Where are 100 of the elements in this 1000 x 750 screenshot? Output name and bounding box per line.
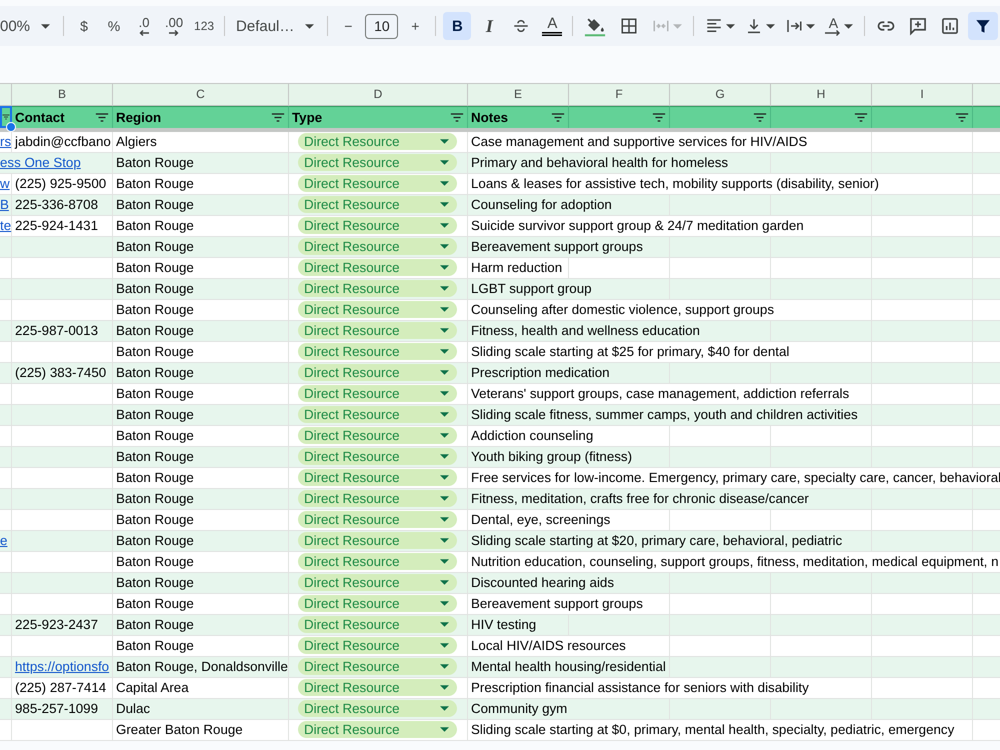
dropdown-chip[interactable]: Direct Resource bbox=[298, 700, 457, 717]
column-letter[interactable]: B bbox=[12, 84, 113, 106]
decrease-decimal-button[interactable]: .0 bbox=[131, 12, 158, 40]
filter-button[interactable] bbox=[968, 12, 998, 40]
dropdown-chip[interactable]: Direct Resource bbox=[298, 280, 457, 297]
dropdown-chip[interactable]: Direct Resource bbox=[298, 196, 457, 213]
column-letter[interactable]: H bbox=[771, 84, 872, 106]
filter-icon[interactable] bbox=[95, 113, 109, 122]
bold-button[interactable]: B bbox=[443, 12, 472, 40]
bar-chart-icon bbox=[940, 16, 960, 36]
table-cell: Baton Rouge bbox=[113, 573, 289, 594]
dropdown-chip[interactable]: Direct Resource bbox=[298, 322, 457, 339]
filter-icon[interactable] bbox=[753, 113, 767, 122]
text-color-button[interactable]: A bbox=[539, 12, 566, 40]
dropdown-chip[interactable]: Direct Resource bbox=[298, 490, 457, 507]
dropdown-chip[interactable]: Direct Resource bbox=[298, 406, 457, 423]
caret-icon bbox=[440, 370, 449, 375]
dropdown-chip[interactable]: Direct Resource bbox=[298, 637, 457, 654]
dropdown-chip[interactable]: Direct Resource bbox=[298, 679, 457, 696]
font-size-field[interactable]: 10 bbox=[365, 14, 398, 38]
table-cell: Sliding scale starting at $20, primary care, behavioral, pediatric bbox=[468, 531, 872, 552]
filter-icon[interactable] bbox=[955, 113, 969, 122]
toolbar-button[interactable]: % bbox=[101, 12, 128, 40]
column-letter[interactable]: D bbox=[289, 84, 468, 106]
increase-decimal-button[interactable]: .00 bbox=[161, 12, 188, 40]
selection-handle-icon[interactable] bbox=[6, 122, 16, 132]
header-cell[interactable] bbox=[0, 84, 12, 106]
link[interactable]: rs bbox=[0, 134, 12, 149]
table-cell: Baton Rouge bbox=[113, 447, 289, 468]
dropdown-chip[interactable]: Direct Resource bbox=[298, 616, 457, 633]
table-cell: Primary and behavioral health for homeless bbox=[468, 153, 771, 174]
dropdown-chip[interactable]: Direct Resource bbox=[298, 448, 457, 465]
toolbar-button[interactable]: 123 bbox=[191, 12, 218, 40]
caret-icon bbox=[305, 24, 314, 28]
link[interactable]: e bbox=[0, 533, 8, 548]
strikethrough-icon bbox=[512, 17, 530, 35]
table-cell: 225-336-8708 bbox=[12, 195, 113, 216]
link[interactable]: te bbox=[0, 218, 12, 233]
table-cell: 985-257-1099 bbox=[12, 699, 113, 720]
column-letter[interactable]: I bbox=[872, 84, 973, 106]
column-letter[interactable]: C bbox=[113, 84, 289, 106]
dropdown-chip[interactable]: Direct Resource bbox=[298, 595, 457, 612]
italic-button[interactable]: I bbox=[475, 12, 504, 40]
filter-icon[interactable] bbox=[854, 113, 868, 122]
table-cell: Baton Rouge bbox=[113, 489, 289, 510]
dropdown-chip[interactable]: Direct Resource bbox=[298, 154, 457, 171]
link[interactable]: w bbox=[0, 176, 10, 191]
dropdown-chip[interactable]: Direct Resource bbox=[298, 238, 457, 255]
table-cell: Community gym bbox=[468, 699, 670, 720]
table-cell: Fitness, health and wellness education bbox=[468, 321, 771, 342]
dropdown-chip[interactable]: Direct Resource bbox=[298, 574, 457, 591]
table-cell: Baton Rouge bbox=[113, 279, 289, 300]
table-cell bbox=[0, 720, 12, 741]
column-letter[interactable]: G bbox=[670, 84, 771, 106]
table-cell bbox=[0, 699, 12, 720]
dropdown-chip[interactable]: Direct Resource bbox=[298, 217, 457, 234]
link[interactable]: ess One Stop bbox=[0, 155, 81, 170]
caret-icon bbox=[440, 601, 449, 606]
caret-icon bbox=[440, 643, 449, 648]
dropdown-chip[interactable]: Direct Resource bbox=[298, 364, 457, 381]
text-rotation-button[interactable]: A bbox=[821, 12, 858, 40]
dropdown-button[interactable]: 00% bbox=[0, 12, 56, 40]
dropdown-chip[interactable]: Direct Resource bbox=[298, 469, 457, 486]
toolbar-button[interactable]: $ bbox=[71, 12, 98, 40]
caret-icon bbox=[440, 160, 449, 165]
dropdown-chip[interactable]: Direct Resource bbox=[298, 532, 457, 549]
column-letter[interactable]: E bbox=[468, 84, 569, 106]
dropdown-chip[interactable]: Direct Resource bbox=[298, 511, 457, 528]
filter-icon[interactable] bbox=[551, 113, 565, 122]
dropdown-chip[interactable]: Direct Resource bbox=[298, 721, 457, 738]
dropdown-chip[interactable]: Direct Resource bbox=[298, 133, 457, 150]
filter-icon[interactable] bbox=[271, 113, 285, 122]
dropdown-chip[interactable]: Direct Resource bbox=[298, 301, 457, 318]
caret-icon bbox=[440, 412, 449, 417]
dropdown-chip[interactable]: Direct Resource bbox=[298, 175, 457, 192]
toolbar-button[interactable]: − bbox=[335, 12, 362, 40]
toolbar-button[interactable]: + bbox=[402, 12, 428, 40]
filter-icon[interactable] bbox=[2, 114, 10, 120]
filter-icon[interactable] bbox=[450, 113, 464, 122]
dropdown-button[interactable]: Defaul… bbox=[232, 12, 320, 40]
align-left-icon bbox=[705, 17, 724, 35]
table-cell: (225) 383-7450 bbox=[12, 363, 113, 384]
dropdown-chip[interactable]: Direct Resource bbox=[298, 427, 457, 444]
caret-icon bbox=[440, 181, 449, 186]
caret-icon bbox=[440, 433, 449, 438]
caret-icon bbox=[440, 139, 449, 144]
dropdown-chip[interactable]: Direct Resource bbox=[298, 259, 457, 276]
table-cell: Baton Rouge bbox=[113, 237, 289, 258]
column-letter[interactable]: F bbox=[569, 84, 670, 106]
dropdown-chip[interactable]: Direct Resource bbox=[298, 385, 457, 402]
dropdown-chip[interactable]: Direct Resource bbox=[298, 658, 457, 675]
dropdown-chip[interactable]: Direct Resource bbox=[298, 553, 457, 570]
caret-icon bbox=[440, 559, 449, 564]
table-cell: Prescription medication bbox=[468, 363, 670, 384]
filter-icon[interactable] bbox=[652, 113, 666, 122]
link[interactable]: https://optionsfo bbox=[15, 659, 110, 674]
column-header: Region bbox=[116, 108, 162, 127]
caret-icon bbox=[440, 496, 449, 501]
dropdown-chip[interactable]: Direct Resource bbox=[298, 343, 457, 360]
link[interactable]: B bbox=[0, 197, 9, 212]
